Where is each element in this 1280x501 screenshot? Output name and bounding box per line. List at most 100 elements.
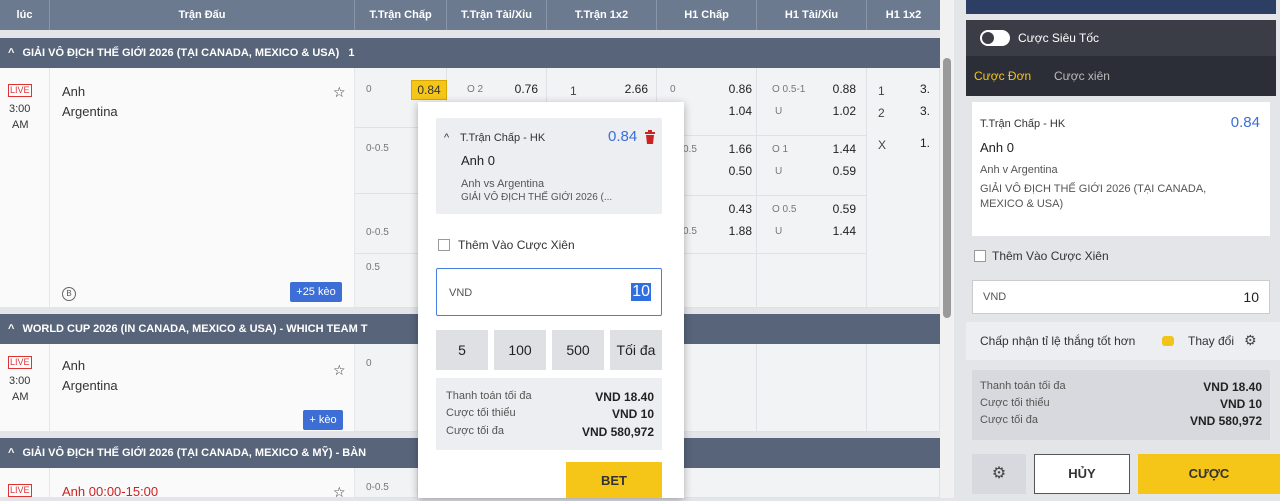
odds-cell[interactable] — [867, 344, 940, 432]
odds-value[interactable]: 1.02 — [818, 104, 856, 118]
scrollbar-thumb[interactable] — [943, 58, 951, 318]
odds-value[interactable]: 3. — [920, 82, 938, 96]
odds-value[interactable]: 1.04 — [710, 104, 752, 118]
odds-cell[interactable] — [757, 254, 867, 308]
col-ft-ou: T.Trận Tài/Xỉu — [447, 0, 547, 30]
col-time: lúc — [0, 0, 50, 30]
odds-cell[interactable] — [684, 468, 940, 498]
odds-cell[interactable] — [355, 344, 418, 432]
slip-parlay-checkbox[interactable] — [974, 250, 986, 262]
amount-100-button[interactable]: 100 — [494, 330, 546, 370]
slip-currency: VND — [983, 291, 1007, 303]
selected-odds[interactable]: 0.84 — [411, 80, 447, 100]
bet-slip-panel: Cược Siêu Tốc Cược Đơn Cược xiên T.Trận … — [962, 0, 1280, 498]
hdp-line: 0.5 — [683, 226, 697, 237]
bet-odds: 0.84 — [608, 128, 638, 145]
slip-market: T.Trận Chấp - HK — [980, 118, 1066, 130]
league-name: WORLD CUP 2026 (IN CANADA, MEXICO & USA)… — [22, 323, 368, 335]
chevron-up-icon: ^ — [8, 447, 15, 459]
coins-icon — [1162, 336, 1174, 346]
chevron-up-icon[interactable]: ^ — [444, 132, 449, 144]
slip-tabs: Cược Đơn Cược xiên — [966, 56, 1276, 96]
odds-value[interactable]: 0.76 — [500, 82, 538, 96]
trash-icon[interactable] — [644, 130, 656, 144]
1x2-line: 1 — [570, 84, 577, 98]
cancel-button[interactable]: HỦY — [1034, 454, 1130, 494]
stake-input[interactable]: VND 10 — [436, 268, 662, 316]
quick-bet-bar: Cược Siêu Tốc — [966, 20, 1276, 56]
live-badge: LIVE — [8, 84, 32, 97]
quick-bet-toggle[interactable] — [980, 30, 1010, 46]
amount-500-button[interactable]: 500 — [552, 330, 604, 370]
favorite-star-icon[interactable]: ☆ — [333, 484, 346, 501]
1x2-line: 2 — [878, 106, 885, 120]
odds-value[interactable]: 0.59 — [818, 164, 856, 178]
hdp-line: 0-0.5 — [366, 143, 389, 154]
hdp-line: 0 — [670, 84, 676, 95]
stake-value[interactable]: 10 — [631, 283, 651, 301]
place-bet-button[interactable]: CƯỢC — [1138, 454, 1280, 494]
odds-value[interactable]: 0.50 — [710, 164, 752, 178]
slip-stake-value[interactable]: 10 — [1243, 289, 1259, 305]
odds-value[interactable]: 1.44 — [818, 224, 856, 238]
slip-max-label: Cược tối đa — [980, 414, 1038, 426]
match-time: 3:00 — [9, 375, 31, 387]
currency-label: VND — [449, 287, 473, 299]
1x2-line: X — [878, 138, 887, 152]
odds-value[interactable]: 1.88 — [710, 224, 752, 238]
favorite-star-icon[interactable]: ☆ — [333, 362, 346, 379]
live-badge: LIVE — [8, 484, 32, 497]
amount-5-button[interactable]: 5 — [436, 330, 488, 370]
settings-gear-icon[interactable]: ⚙ — [972, 454, 1026, 494]
match-time: 3:00 — [9, 103, 31, 115]
slip-stake-input[interactable]: VND 10 — [972, 280, 1270, 314]
odds-value[interactable]: 0.88 — [818, 82, 856, 96]
league-name: GIẢI VÔ ĐỊCH THẾ GIỚI 2026 (TẠI CANADA, … — [22, 47, 340, 59]
quick-bet-label: Cược Siêu Tốc — [1018, 31, 1100, 45]
live-badge: LIVE — [8, 356, 32, 369]
ou-line: O 0.5 — [772, 204, 797, 215]
more-markets-button[interactable]: +25 kèo — [290, 282, 342, 302]
tab-parlay[interactable]: Cược xiên — [1054, 69, 1110, 83]
accept-odds-label: Chấp nhận tỉ lệ thắng tốt hơn — [980, 334, 1136, 348]
odds-value[interactable]: 2.66 — [608, 82, 648, 96]
chevron-up-icon: ^ — [8, 323, 15, 335]
bet-match: Anh vs Argentina — [461, 178, 545, 190]
gear-icon[interactable]: ⚙ — [1244, 332, 1257, 349]
odds-value[interactable]: 0.43 — [710, 202, 752, 216]
change-link[interactable]: Thay đổi — [1188, 334, 1234, 348]
parlay-checkbox[interactable] — [438, 239, 450, 251]
odds-value[interactable]: 3. — [920, 104, 938, 118]
hdp-line: 0-0.5 — [366, 227, 389, 238]
odds-cell[interactable] — [757, 344, 867, 432]
ou-line: O 2 — [467, 84, 484, 95]
more-markets-button[interactable]: + kèo — [303, 410, 343, 430]
odds-value[interactable]: 0.86 — [710, 82, 752, 96]
match-time-ampm: AM — [12, 391, 29, 403]
slip-min-label: Cược tối thiểu — [980, 397, 1050, 409]
scrollbar-track[interactable] — [940, 0, 954, 498]
slip-match: Anh v Argentina — [980, 164, 1058, 176]
slip-payout-label: Thanh toán tối đa — [980, 380, 1066, 392]
home-team: Anh — [62, 358, 86, 373]
tab-single[interactable]: Cược Đơn — [974, 69, 1031, 83]
odds-cell[interactable] — [684, 344, 757, 432]
max-bet-value: VND 580,972 — [581, 425, 654, 439]
ou-line: U — [775, 166, 783, 177]
league-header[interactable]: ^ GIẢI VÔ ĐỊCH THẾ GIỚI 2026 (TẠI CANADA,… — [0, 38, 940, 68]
favorite-star-icon[interactable]: ☆ — [333, 84, 346, 101]
bet-button[interactable]: BET — [566, 462, 662, 498]
odds-value[interactable]: 1.44 — [818, 142, 856, 156]
toggle-knob — [982, 32, 994, 44]
amount-max-button[interactable]: Tối đa — [610, 330, 662, 370]
slip-min-value: VND 10 — [1219, 397, 1262, 411]
odds-value[interactable]: 1.66 — [710, 142, 752, 156]
odds-value[interactable]: 1. — [920, 136, 938, 150]
1x2-line: 1 — [878, 84, 885, 98]
away-team: Argentina — [62, 104, 118, 119]
col-h1-ou: H1 Tài/Xỉu — [757, 0, 867, 30]
banner-strip — [966, 0, 1276, 14]
min-bet-label: Cược tối thiểu — [446, 407, 516, 419]
odds-value[interactable]: 0.59 — [818, 202, 856, 216]
odds-cell[interactable] — [757, 68, 867, 136]
